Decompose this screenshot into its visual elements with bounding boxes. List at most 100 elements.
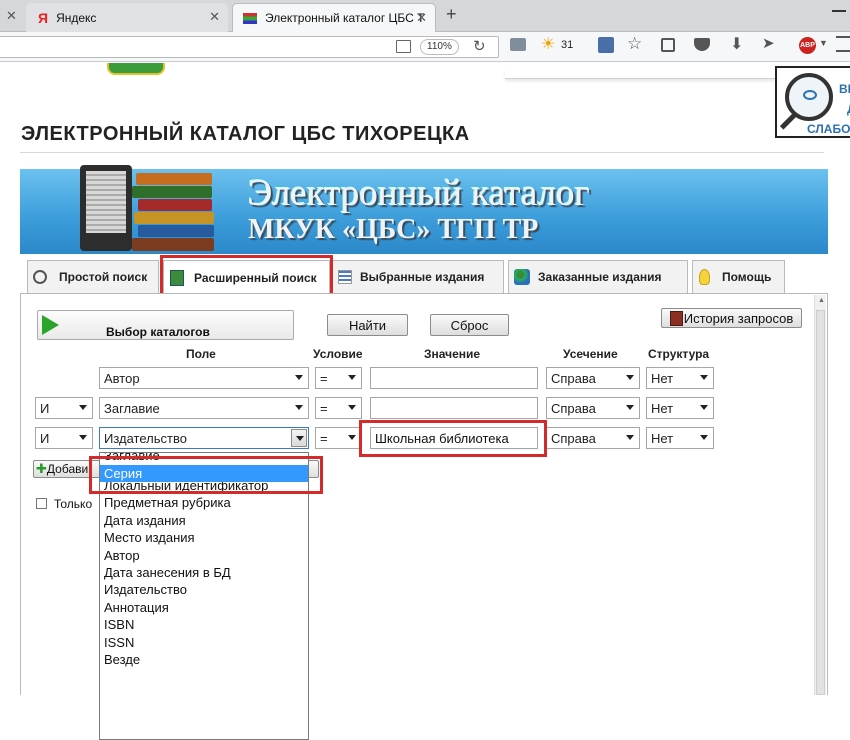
logic-value: И xyxy=(40,400,50,416)
users-icon xyxy=(514,269,530,285)
eye-icon xyxy=(803,90,817,100)
title-divider xyxy=(20,152,824,153)
dropdown-option[interactable]: Дата занесения в БД xyxy=(100,564,308,581)
field-select[interactable]: Автор xyxy=(99,367,309,389)
logic-value: И xyxy=(40,430,50,446)
col-field: Поле xyxy=(186,347,216,361)
page-title: ЭЛЕКТРОННЫЙ КАТАЛОГ ЦБС ТИХОРЕЦКА xyxy=(21,123,470,145)
dropdown-option[interactable]: Везде xyxy=(100,651,308,668)
weather-value: 31 xyxy=(561,39,574,51)
dropdown-option[interactable]: Предметная рубрика xyxy=(100,494,308,511)
download-icon[interactable]: ⬇ xyxy=(730,34,743,54)
value-input[interactable] xyxy=(370,397,538,419)
add-label: Добави xyxy=(46,462,89,476)
reader-mode-icon[interactable] xyxy=(396,40,411,53)
structure-value: Нет xyxy=(651,370,674,386)
find-button[interactable]: Найти xyxy=(327,314,408,336)
reload-icon[interactable]: ↻ xyxy=(473,37,486,55)
browser-tab-yandex[interactable]: Я Яндекс ✕ xyxy=(26,3,228,32)
banner-subtitle: МКУК «ЦБС» ТГП ТР xyxy=(248,214,539,245)
zoom-badge[interactable]: 110% xyxy=(420,39,459,55)
chevron-down-icon xyxy=(79,435,87,440)
books-favicon-icon xyxy=(243,12,257,24)
chevron-down-icon xyxy=(295,405,303,410)
col-value: Значение xyxy=(424,347,481,361)
value-input[interactable] xyxy=(370,367,538,389)
low-vision-text: ВЕ xyxy=(839,82,850,96)
truncation-select[interactable]: Справа xyxy=(546,367,640,389)
weather-sun-icon[interactable]: ☀ xyxy=(541,34,555,54)
col-truncation: Усечение xyxy=(563,347,618,361)
adblock-icon[interactable]: ABP xyxy=(799,37,816,54)
list-icon xyxy=(338,270,352,284)
truncation-select[interactable]: Справа xyxy=(546,397,640,419)
catalog-select-label: Выбор каталогов xyxy=(106,325,210,339)
dropdown-option[interactable]: Издательство xyxy=(100,581,308,598)
field-dropdown-list[interactable]: Заглавие Серия Локальный идентификатор П… xyxy=(99,452,309,740)
only-checkbox[interactable] xyxy=(36,498,47,509)
history-label: История запросов xyxy=(683,310,794,326)
lightbulb-icon xyxy=(699,269,710,285)
yandex-logo-icon: Я xyxy=(38,9,49,26)
dropdown-option[interactable]: ISSN xyxy=(100,634,308,651)
magnifier-icon xyxy=(33,270,47,284)
structure-select[interactable]: Нет xyxy=(646,397,714,419)
field-value: Автор xyxy=(104,370,140,386)
logic-select[interactable]: И xyxy=(35,427,93,449)
tab-selected-items[interactable]: Выбранные издания xyxy=(332,260,504,293)
menu-icon[interactable] xyxy=(836,36,850,52)
structure-select[interactable]: Нет xyxy=(646,427,714,449)
browser-tab-catalog[interactable]: Электронный каталог ЦБС Т ✕ xyxy=(232,3,436,32)
browser-tab-bar: ✕ Я Яндекс ✕ Электронный каталог ЦБС Т ✕… xyxy=(0,0,850,32)
banner-title: Электронный каталог xyxy=(248,173,590,214)
field-select[interactable]: Заглавие xyxy=(99,397,309,419)
field-select-open[interactable]: Издательство xyxy=(99,427,309,449)
mail-icon[interactable] xyxy=(510,38,526,51)
page-scrollbar[interactable]: ▲ xyxy=(814,295,826,695)
dropdown-option[interactable]: Дата издания xyxy=(100,512,308,529)
annotation-series-option xyxy=(89,456,323,494)
truncation-select[interactable]: Справа xyxy=(546,427,640,449)
chevron-down-icon[interactable]: ▼ xyxy=(819,38,828,48)
chevron-down-icon xyxy=(626,435,634,440)
tab-simple-search[interactable]: Простой поиск xyxy=(27,260,159,293)
close-icon[interactable]: ✕ xyxy=(209,9,220,25)
chevron-down-icon[interactable] xyxy=(291,429,307,447)
logic-select[interactable]: И xyxy=(35,397,93,419)
condition-select[interactable]: = xyxy=(315,397,362,419)
low-vision-widget[interactable]: ВЕ Д СЛАБО xyxy=(775,66,850,138)
bookmark-star-icon[interactable]: ☆ xyxy=(627,34,642,54)
header-divider xyxy=(505,69,775,79)
chevron-down-icon xyxy=(626,375,634,380)
only-label: Только xyxy=(54,497,93,511)
tab-label: Яндекс xyxy=(56,10,97,25)
send-icon[interactable]: ➤ xyxy=(762,34,775,52)
catalog-select-button[interactable]: Выбор каталогов xyxy=(37,310,294,340)
minimize-icon[interactable] xyxy=(832,10,846,12)
close-tab-icon[interactable]: ✕ xyxy=(6,8,17,24)
condition-select[interactable]: = xyxy=(315,367,362,389)
truncation-value: Справа xyxy=(551,370,596,386)
condition-select[interactable]: = xyxy=(315,427,362,449)
dropdown-option[interactable]: ISBN xyxy=(100,616,308,633)
dropdown-option[interactable]: Автор xyxy=(100,547,308,564)
tab-ordered-items[interactable]: Заказанные издания xyxy=(508,260,688,293)
history-button[interactable]: История запросов xyxy=(661,308,802,328)
tab-label: Электронный каталог ЦБС Т xyxy=(265,11,425,25)
scroll-thumb[interactable] xyxy=(816,310,825,695)
tab-label: Выбранные издания xyxy=(360,270,485,284)
structure-select[interactable]: Нет xyxy=(646,367,714,389)
translate-icon[interactable] xyxy=(598,37,614,53)
dropdown-option[interactable]: Аннотация xyxy=(100,599,308,616)
new-tab-icon[interactable]: + xyxy=(446,4,457,25)
reset-button[interactable]: Сброс xyxy=(430,314,509,336)
close-icon[interactable]: ✕ xyxy=(416,10,427,26)
chevron-down-icon xyxy=(79,405,87,410)
pocket-icon[interactable] xyxy=(694,38,710,51)
address-bar[interactable]: 110% ↻ xyxy=(0,36,499,58)
reading-list-icon[interactable] xyxy=(661,38,675,52)
dropdown-option[interactable]: Место издания xyxy=(100,529,308,546)
tab-label: Простой поиск xyxy=(59,270,148,284)
scroll-up-icon[interactable]: ▲ xyxy=(818,297,825,304)
tab-help[interactable]: Помощь xyxy=(692,260,785,293)
